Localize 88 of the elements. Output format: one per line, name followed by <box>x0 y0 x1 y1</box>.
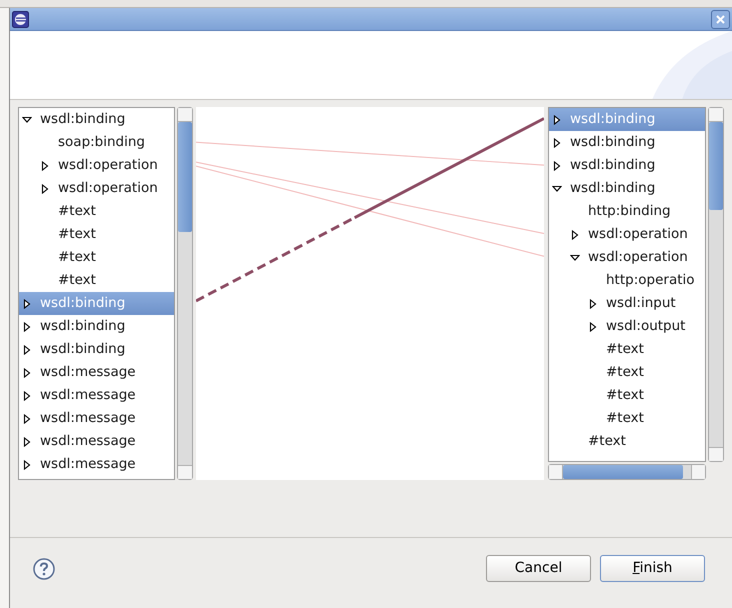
expand-icon[interactable] <box>40 160 50 170</box>
vertical-scrollbar[interactable] <box>177 107 193 480</box>
tree-item[interactable]: #text <box>549 361 705 384</box>
node-label: wsdl:operation <box>58 179 158 198</box>
close-icon <box>715 14 726 24</box>
node-label: http:binding <box>588 202 671 222</box>
expand-icon[interactable] <box>588 298 598 308</box>
node-label: wsdl:binding <box>570 156 656 176</box>
node-label: wsdl:operation <box>58 156 158 176</box>
tree-item[interactable]: #text <box>549 407 705 430</box>
tree-item[interactable]: #text <box>19 200 174 223</box>
collapse-icon[interactable] <box>22 114 32 124</box>
node-label: wsdl:message <box>40 432 136 452</box>
node-label: wsdl:binding <box>570 179 656 198</box>
tree-item[interactable]: #text <box>549 338 705 361</box>
node-label: soap:binding <box>58 133 146 152</box>
tree-item[interactable]: #text <box>549 384 705 407</box>
tree-item[interactable]: wsdl:message <box>19 430 174 453</box>
expand-icon[interactable] <box>552 160 562 170</box>
node-label: #text <box>58 271 96 290</box>
expand-icon[interactable] <box>22 460 32 470</box>
finish-button[interactable]: Finish <box>600 555 705 582</box>
expand-icon[interactable] <box>22 298 32 308</box>
expand-icon[interactable] <box>22 390 32 400</box>
node-label: #text <box>606 363 644 382</box>
vertical-scrollbar[interactable] <box>708 107 724 462</box>
tree-item[interactable]: wsdl:message <box>19 384 174 407</box>
node-label: wsdl:output <box>606 317 686 336</box>
node-label: #text <box>606 409 644 428</box>
tree-item[interactable]: wsdl:operation <box>549 223 705 246</box>
node-label: wsdl:binding <box>40 110 126 130</box>
expand-icon[interactable] <box>22 322 32 332</box>
tree-item[interactable]: wsdl:binding <box>549 154 705 177</box>
expand-icon[interactable] <box>570 230 580 240</box>
expand-icon[interactable] <box>22 368 32 378</box>
expand-icon[interactable] <box>22 344 32 354</box>
collapse-icon[interactable] <box>570 252 580 262</box>
tree-item[interactable]: wsdl:output <box>549 315 705 338</box>
tree-item[interactable]: wsdl:input <box>549 292 705 315</box>
node-label: wsdl:binding <box>570 110 656 130</box>
node-label: wsdl:input <box>606 294 676 314</box>
node-label: #text <box>588 432 626 452</box>
tree-item[interactable]: #text <box>19 246 174 269</box>
tree-item[interactable]: wsdl:message <box>19 361 174 384</box>
node-label: #text <box>58 225 96 244</box>
tree-item[interactable]: wsdl:operation <box>19 154 174 177</box>
node-label: http:operatio <box>606 271 695 290</box>
tree-item[interactable]: wsdl:binding <box>549 177 705 200</box>
help-icon[interactable] <box>33 558 55 580</box>
horizontal-scrollbar[interactable] <box>548 464 706 480</box>
tree-item[interactable]: wsdl:binding <box>19 108 174 131</box>
node-label: wsdl:operation <box>588 225 688 244</box>
node-label: #text <box>58 202 96 222</box>
node-label: #text <box>58 248 96 268</box>
node-label: wsdl:binding <box>40 340 126 360</box>
tree-item[interactable]: http:operatio <box>549 269 705 292</box>
app-icon <box>12 10 29 28</box>
node-label: wsdl:message <box>40 455 136 474</box>
expand-icon[interactable] <box>552 138 562 148</box>
tree-item[interactable]: wsdl:operation <box>549 246 705 269</box>
node-label: wsdl:message <box>40 409 136 428</box>
cancel-button[interactable]: Cancel <box>486 555 591 582</box>
tree-item[interactable]: #text <box>549 430 705 453</box>
tree-item[interactable]: wsdl:binding <box>549 131 705 154</box>
tree-item[interactable]: #text <box>19 223 174 246</box>
node-label: wsdl:message <box>40 363 136 382</box>
expand-icon[interactable] <box>22 414 32 424</box>
tree-item[interactable]: wsdl:message <box>19 453 174 476</box>
node-label: wsdl:binding <box>40 294 126 314</box>
tree-item[interactable]: wsdl:operation <box>19 177 174 200</box>
expand-icon[interactable] <box>22 436 32 446</box>
tree-item[interactable]: wsdl:binding <box>19 338 174 361</box>
tree-item[interactable]: wsdl:message <box>19 407 174 430</box>
tree-item[interactable]: soap:binding <box>19 131 174 154</box>
expand-icon[interactable] <box>40 184 50 194</box>
node-label: wsdl:binding <box>570 133 656 152</box>
expand-icon[interactable] <box>588 322 598 332</box>
node-label: wsdl:binding <box>40 317 126 336</box>
node-label: #text <box>606 386 644 406</box>
tree-item[interactable]: #text <box>19 269 174 292</box>
tree-item[interactable]: http:binding <box>549 200 705 223</box>
node-label: wsdl:operation <box>588 248 688 268</box>
tree-item[interactable]: wsdl:binding <box>19 315 174 338</box>
node-label: #text <box>606 340 644 360</box>
expand-icon[interactable] <box>552 114 562 124</box>
node-label: wsdl:message <box>40 386 136 406</box>
close-button[interactable] <box>711 10 730 28</box>
collapse-icon[interactable] <box>552 184 562 194</box>
